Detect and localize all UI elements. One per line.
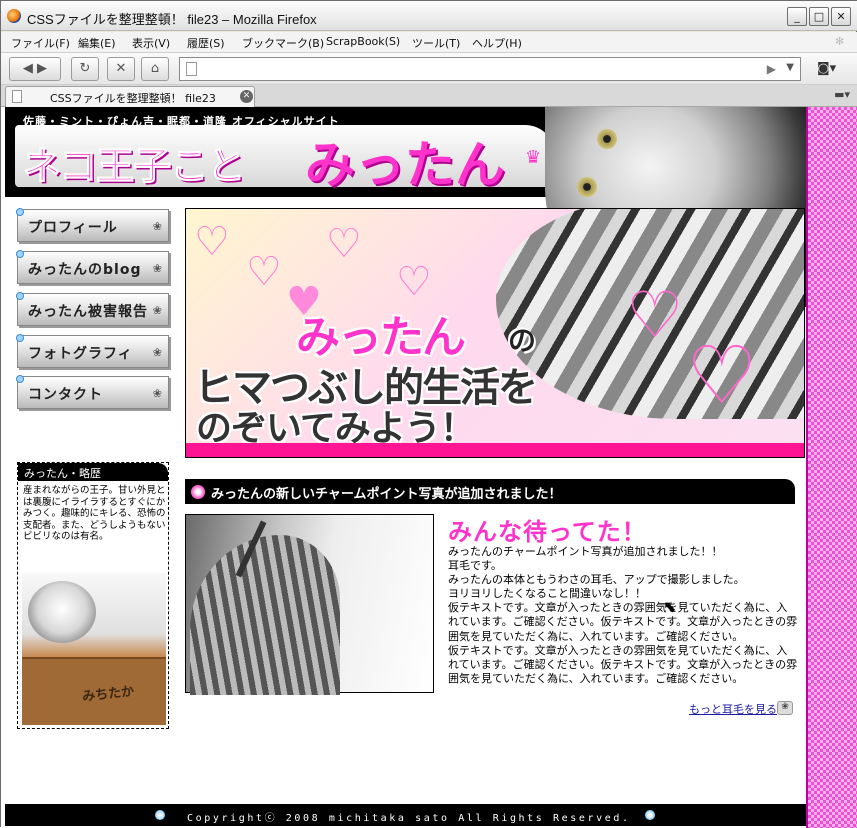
gem-icon	[16, 208, 24, 216]
close-button[interactable]: ✕	[831, 7, 851, 26]
heart-decoration: ♡	[326, 221, 362, 267]
logo-text-prefix: ネコ王子こと	[22, 144, 245, 189]
paw-icon: ❀	[152, 262, 162, 275]
hero-line1-particle: の	[508, 324, 537, 357]
cat-face	[28, 581, 96, 643]
paw-icon: ❀	[152, 387, 162, 400]
tab-list-icon[interactable]: ▬▾	[834, 88, 850, 101]
more-ear-hair-link[interactable]: もっと耳毛を見る	[689, 701, 777, 717]
hero-banner: ♡ ♡ ♡ ♡ ♥ ♡ ♡ みったん の ヒマつぶし的生活を のぞいてみよう！	[185, 208, 805, 458]
news-paragraph: ヨリヨリしたくなること間違いなし！！	[448, 587, 646, 601]
menu-bookmarks[interactable]: ブックマーク(B)	[242, 35, 324, 51]
profile-cat-photo: みちたか	[22, 573, 166, 725]
home-button[interactable]: ⌂	[141, 57, 169, 81]
gem-icon	[16, 250, 24, 258]
gem-icon	[16, 375, 24, 383]
web-page: ネコ王子こと みったん ♛ 佐藤・ミント・ぴょん吉・眠都・道隆 オフィシャルサイ…	[1, 107, 857, 828]
heart-decoration: ♡	[194, 219, 230, 265]
news-headline: みんな待ってた！	[448, 518, 647, 546]
flower-icon	[191, 485, 205, 499]
logo-text-name: みったん	[305, 136, 505, 194]
paw-icon: ❀	[152, 304, 162, 317]
menu-history[interactable]: 履歴(S)	[187, 35, 225, 51]
site-subtitle: 佐藤・ミント・ぴょん吉・眠都・道隆 オフィシャルサイト	[23, 115, 340, 128]
paw-icon: ❀	[152, 220, 162, 233]
site-logo[interactable]: ネコ王子こと みったん ♛	[15, 125, 555, 194]
cat-eye-left	[597, 129, 617, 149]
profile-text: 産まれながらの王子。甘い外見とは裏腹にイライラするとすぐにかみつく。趣味的にキレ…	[23, 485, 166, 542]
news-paragraph: みったんの本体ともうわさの耳毛、アップで撮影しました。	[448, 573, 745, 587]
navigation-toolbar: ◀ ▶ ↻ ✕ ⌂ ▶ ▼ ◙▾	[1, 53, 857, 85]
menu-bar: ファイル(F) 編集(E) 表示(V) 履歴(S) ブックマーク(B) Scra…	[1, 32, 857, 53]
cat-eye-right	[577, 177, 597, 197]
news-photo	[185, 514, 434, 695]
heart-decoration: ♡	[396, 259, 432, 305]
tab-page-icon	[12, 90, 22, 103]
url-bar[interactable]: ▶ ▼	[179, 57, 801, 81]
tab-close-icon[interactable]: ✕	[240, 90, 253, 103]
nav-label: プロフィール	[28, 220, 118, 236]
nav-damage-report-button[interactable]: みったん被害報告 ❀	[16, 292, 169, 326]
profile-box: みったん・略歴 産まれながらの王子。甘い外見とは裏腹にイライラするとすぐにかみつ…	[17, 462, 169, 729]
news-paragraph: 耳毛です。	[448, 559, 502, 573]
tab-bar: CSSファイルを整理整頓！ file23 ✕ ▬▾	[1, 85, 857, 107]
reload-button[interactable]: ↻	[71, 57, 99, 81]
nav-profile-button[interactable]: プロフィール ❀	[16, 208, 169, 242]
tab-current[interactable]: CSSファイルを整理整頓！ file23 ✕	[5, 86, 255, 107]
news-paragraph: みったんのチャームポイント写真が追加されました！！	[448, 545, 723, 558]
back-forward-button[interactable]: ◀ ▶	[9, 57, 61, 81]
camera-icon[interactable]: ◙▾	[817, 61, 836, 76]
heart-decoration: ♡	[686, 329, 758, 422]
throbber-icon: ✻	[835, 35, 845, 48]
firefox-icon	[7, 9, 21, 23]
menu-file[interactable]: ファイル(F)	[11, 35, 70, 51]
gem-icon	[155, 810, 165, 820]
url-dropdown-icon[interactable]: ▼	[786, 62, 794, 73]
gem-icon	[645, 810, 655, 820]
maximize-button[interactable]: □	[809, 7, 829, 26]
minimize-button[interactable]: _	[787, 7, 807, 26]
menu-tools[interactable]: ツール(T)	[412, 35, 460, 51]
stop-button[interactable]: ✕	[107, 57, 135, 81]
box-label: みちたか	[81, 684, 135, 705]
window-title: CSSファイルを整理整頓！ file23 – Mozilla Firefox	[27, 12, 317, 27]
copyright-text: Copyrightⓒ 2008 michitaka sato All Right…	[187, 813, 631, 824]
menu-help[interactable]: ヘルプ(H)	[472, 35, 522, 51]
nav-label: みったんのblog	[28, 262, 142, 278]
site-footer: Copyrightⓒ 2008 michitaka sato All Right…	[5, 804, 806, 826]
paw-icon: ❀	[152, 346, 162, 359]
menu-scrapbook[interactable]: ScrapBook(S)	[326, 35, 400, 48]
menu-view[interactable]: 表示(V)	[132, 35, 170, 51]
page-icon	[186, 62, 197, 76]
news-bar-title: みったんの新しいチャームポイント写真が追加されました！	[211, 487, 562, 502]
news-title-bar: みったんの新しいチャームポイント写真が追加されました！	[185, 479, 795, 504]
menu-edit[interactable]: 編集(E)	[78, 35, 116, 51]
pink-side-stripe	[806, 107, 857, 828]
title-bar: CSSファイルを整理整頓！ file23 – Mozilla Firefox _…	[1, 1, 857, 31]
nav-photography-button[interactable]: フォトグラフィ ❀	[16, 334, 169, 368]
nav-label: みったん被害報告	[28, 304, 148, 320]
hero-pink-bar	[186, 443, 804, 457]
cardboard-box: みちたか	[22, 657, 166, 725]
gem-icon	[16, 292, 24, 300]
nav-contact-button[interactable]: コンタクト ❀	[16, 375, 169, 409]
news-paragraph: 仮テキストです。文章が入ったときの雰囲気を見ていただく為に、入れています。ご確認…	[448, 601, 798, 643]
heart-decoration: ♡	[246, 249, 282, 295]
news-body: みったんのチャームポイント写真が追加されました！！ 耳毛です。 みったんの本体と…	[448, 545, 798, 686]
paw-icon[interactable]: ❀	[777, 701, 793, 715]
gem-icon	[16, 334, 24, 342]
mouse-cursor-icon: ⬉	[663, 597, 677, 616]
browser-window: CSSファイルを整理整頓！ file23 – Mozilla Firefox _…	[0, 0, 857, 828]
nav-blog-button[interactable]: みったんのblog ❀	[16, 250, 169, 284]
cat-ear-closeup	[190, 535, 340, 695]
go-icon[interactable]: ▶	[767, 62, 776, 76]
tab-label: CSSファイルを整理整頓！ file23	[50, 92, 216, 105]
nav-label: コンタクト	[28, 387, 103, 403]
profile-heading: みったん・略歴	[18, 463, 168, 481]
site-header: ネコ王子こと みったん ♛ 佐藤・ミント・ぴょん吉・眠都・道隆 オフィシャルサイ…	[5, 107, 806, 307]
nav-label: フォトグラフィ	[28, 346, 133, 362]
news-paragraph: 仮テキストです。文章が入ったときの雰囲気を見ていただく為に、入れています。ご確認…	[448, 643, 798, 685]
crown-icon: ♛	[525, 147, 542, 168]
heart-decoration: ♡	[626, 279, 684, 353]
